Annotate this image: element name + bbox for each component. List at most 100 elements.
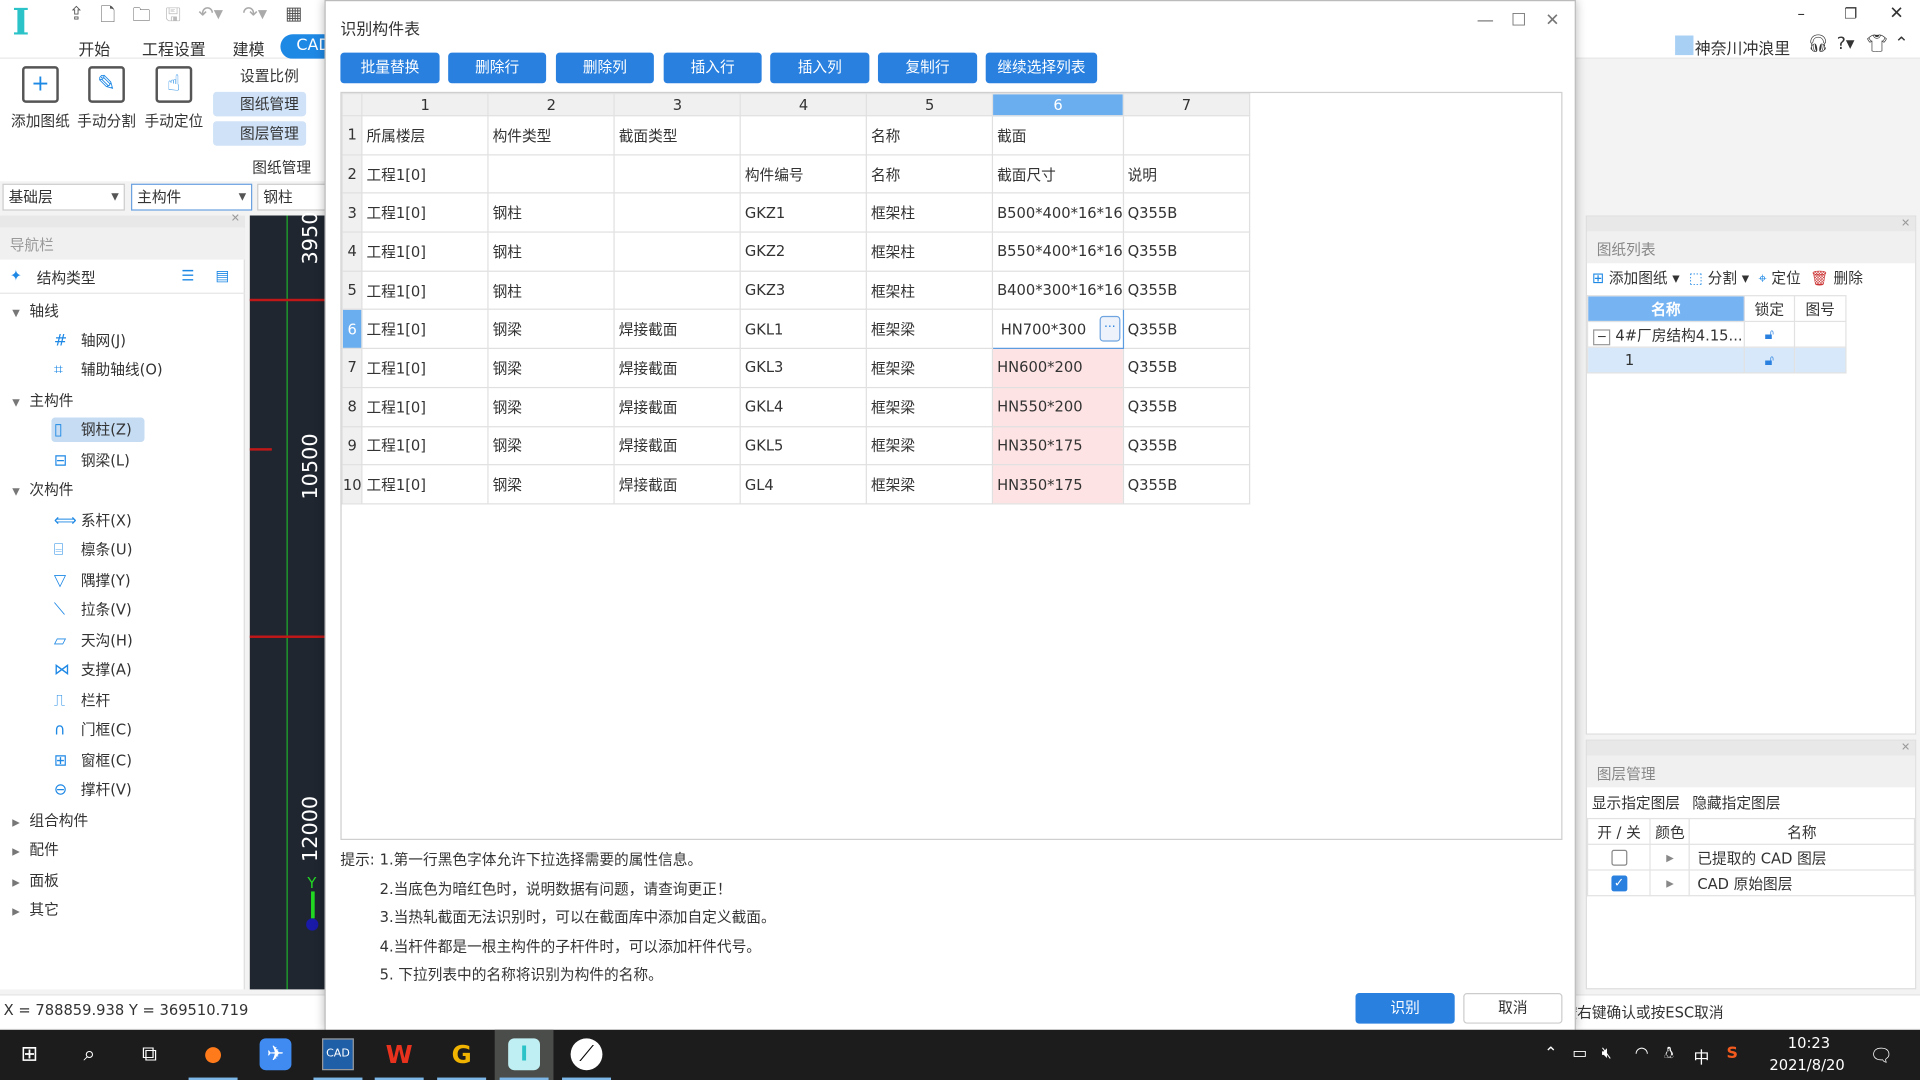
table-cell[interactable] bbox=[613, 231, 742, 272]
table-cell[interactable]: GKL5 bbox=[739, 425, 868, 466]
table-cell[interactable]: 工程1[0] bbox=[361, 153, 489, 194]
tree-item-purlin[interactable]: ⌸ 檩条(U) bbox=[54, 538, 133, 562]
type-select[interactable]: 钢柱 bbox=[257, 183, 331, 211]
add-drawing-button[interactable]: + 添加图纸 bbox=[10, 66, 71, 131]
table-cell[interactable]: GKL3 bbox=[739, 347, 868, 388]
collapse-icon[interactable]: − bbox=[1593, 328, 1611, 345]
col-lock[interactable]: 锁定 bbox=[1743, 295, 1796, 323]
table-cell[interactable]: 钢梁 bbox=[487, 347, 616, 388]
column-header[interactable]: 2 bbox=[487, 93, 616, 117]
table-cell[interactable]: 框架梁 bbox=[866, 425, 994, 466]
search-button[interactable]: ⌕ bbox=[60, 1030, 119, 1080]
add-drawing-tool[interactable]: ⊞ 添加图纸 ▾ bbox=[1592, 269, 1680, 286]
row-number[interactable]: 4 bbox=[341, 231, 363, 272]
table-cell[interactable] bbox=[739, 115, 868, 156]
user-avatar[interactable] bbox=[1675, 35, 1694, 56]
table-cell[interactable]: 焊接截面 bbox=[613, 386, 742, 427]
table-cell[interactable] bbox=[1122, 115, 1251, 156]
locate-tool[interactable]: ⌖ 定位 bbox=[1758, 269, 1800, 286]
tree-group-accessories[interactable]: ▶ 配件 bbox=[12, 838, 59, 862]
collapse-ribbon-icon[interactable]: ⌃ bbox=[1894, 34, 1908, 54]
cad-canvas[interactable]: 3950 10500 12000 Y bbox=[249, 212, 326, 990]
table-cell[interactable]: 框架梁 bbox=[866, 347, 994, 388]
unlock-icon[interactable]: 🔓︎ bbox=[1743, 320, 1796, 348]
row-number[interactable]: 6 bbox=[341, 309, 363, 350]
qq-icon[interactable]: 🐧︎ bbox=[1664, 1044, 1674, 1064]
table-cell[interactable]: 钢柱 bbox=[487, 231, 616, 272]
tree-item-railing[interactable]: ⎍ 栏杆 bbox=[54, 688, 110, 712]
unlock-icon[interactable]: 🔓︎ bbox=[1743, 346, 1796, 374]
col-number[interactable]: 图号 bbox=[1793, 295, 1847, 323]
menu-start[interactable]: 开始 bbox=[78, 37, 110, 60]
close-icon[interactable]: ✕ bbox=[1545, 11, 1559, 31]
table-cell[interactable]: 框架柱 bbox=[866, 192, 994, 233]
detail-view-icon[interactable]: ▤ bbox=[216, 267, 230, 284]
table-cell[interactable]: 构件编号 bbox=[739, 153, 868, 194]
tree-item-aux-axis[interactable]: ⌗ 辅助轴线(O) bbox=[54, 358, 163, 382]
table-cell[interactable]: HN700*300 ··· bbox=[992, 309, 1124, 350]
cancel-button[interactable]: 取消 bbox=[1463, 993, 1563, 1024]
table-cell[interactable]: 焊接截面 bbox=[613, 425, 742, 466]
column-header[interactable]: 6 bbox=[992, 93, 1124, 117]
table-cell[interactable]: Q355B bbox=[1122, 270, 1251, 311]
taskbar-app-steel-structure[interactable]: I bbox=[494, 1029, 554, 1080]
table-cell[interactable]: 工程1[0] bbox=[361, 270, 489, 311]
tree-item-brace-rod[interactable]: ⟍ 拉条(V) bbox=[54, 598, 132, 622]
close-icon[interactable]: ✕ bbox=[1901, 218, 1910, 230]
manual-split-button[interactable]: ✎ 手动分割 bbox=[76, 66, 137, 131]
new-file-icon[interactable]: 🗋 bbox=[100, 2, 115, 33]
taskbar-app-wps[interactable]: W bbox=[370, 1030, 429, 1080]
col-name[interactable]: 名称 bbox=[1586, 295, 1745, 323]
tray-expand-icon[interactable]: ⌃ bbox=[1544, 1044, 1557, 1062]
continue-select-list-button[interactable]: 继续选择列表 bbox=[985, 52, 1098, 84]
table-cell[interactable]: 框架梁 bbox=[866, 386, 994, 427]
recognize-button[interactable]: 识别 bbox=[1355, 993, 1455, 1024]
battery-icon[interactable]: ▭ bbox=[1572, 1044, 1587, 1062]
color-caret-icon[interactable]: ▶ bbox=[1649, 869, 1691, 897]
table-cell[interactable]: HN600*200 bbox=[992, 347, 1124, 388]
table-cell[interactable]: 构件类型 bbox=[487, 115, 616, 156]
show-layer-button[interactable]: 显示指定图层 bbox=[1592, 792, 1680, 813]
row-number[interactable]: 9 bbox=[341, 425, 363, 466]
taskbar-app-g[interactable]: G bbox=[432, 1030, 491, 1080]
tree-group-combined[interactable]: ▶ 组合构件 bbox=[12, 808, 88, 832]
column-header[interactable]: 7 bbox=[1122, 93, 1251, 117]
redo-icon[interactable]: ↷▾ bbox=[242, 2, 267, 24]
open-folder-icon[interactable]: 🗀 bbox=[132, 2, 150, 33]
category-select[interactable]: 主构件 ▼ bbox=[131, 183, 253, 211]
table-row[interactable]: ▶ 已提取的 CAD 图层 bbox=[1586, 843, 1916, 871]
clock-time[interactable]: 10:23 bbox=[1788, 1035, 1830, 1052]
ime-indicator[interactable]: 中 bbox=[1693, 1044, 1709, 1067]
table-cell[interactable]: B500*400*16*16 bbox=[992, 192, 1124, 233]
table-cell[interactable]: 钢梁 bbox=[487, 309, 616, 350]
user-name[interactable]: 神奈川冲浪里 bbox=[1695, 36, 1791, 58]
table-cell[interactable]: GKZ3 bbox=[739, 270, 868, 311]
row-number[interactable]: 2 bbox=[341, 153, 363, 194]
app-logo[interactable]: I bbox=[12, 4, 46, 42]
clock-date[interactable]: 2021/8/20 bbox=[1769, 1057, 1844, 1074]
table-cell[interactable]: 焊接截面 bbox=[613, 464, 742, 505]
table-cell[interactable]: 工程1[0] bbox=[361, 309, 489, 350]
table-cell[interactable]: 截面 bbox=[992, 115, 1124, 156]
layer-toggle-checkbox[interactable] bbox=[1611, 849, 1628, 866]
tree-group-axis[interactable]: ▼ 轴线 bbox=[12, 299, 59, 323]
menu-cad[interactable]: CAD bbox=[280, 34, 331, 59]
task-view-button[interactable]: ⧉ bbox=[120, 1030, 179, 1080]
table-row[interactable]: ✓ ▶ CAD 原始图层 bbox=[1586, 869, 1916, 897]
insert-column-button[interactable]: 插入列 bbox=[770, 52, 870, 84]
table-cell[interactable]: 工程1[0] bbox=[361, 464, 489, 505]
table-cell[interactable]: GL4 bbox=[739, 464, 868, 505]
table-cell[interactable]: 工程1[0] bbox=[361, 192, 489, 233]
help-icon[interactable]: ?▾ bbox=[1837, 34, 1855, 54]
row-number[interactable]: 5 bbox=[341, 270, 363, 311]
table-cell[interactable] bbox=[487, 153, 616, 194]
taskbar-app-cad-viewer[interactable]: CAD bbox=[309, 1030, 368, 1080]
tree-group-main[interactable]: ▼ 主构件 bbox=[12, 388, 73, 412]
close-app-icon[interactable]: ✕ bbox=[1889, 4, 1903, 24]
row-number[interactable]: 1 bbox=[341, 115, 363, 156]
table-cell[interactable]: 名称 bbox=[866, 153, 994, 194]
table-cell[interactable]: HN350*175 bbox=[992, 464, 1124, 505]
layer-management-button[interactable]: 图层管理 bbox=[213, 121, 307, 146]
table-cell[interactable] bbox=[613, 270, 742, 311]
row-number[interactable]: 8 bbox=[341, 386, 363, 427]
